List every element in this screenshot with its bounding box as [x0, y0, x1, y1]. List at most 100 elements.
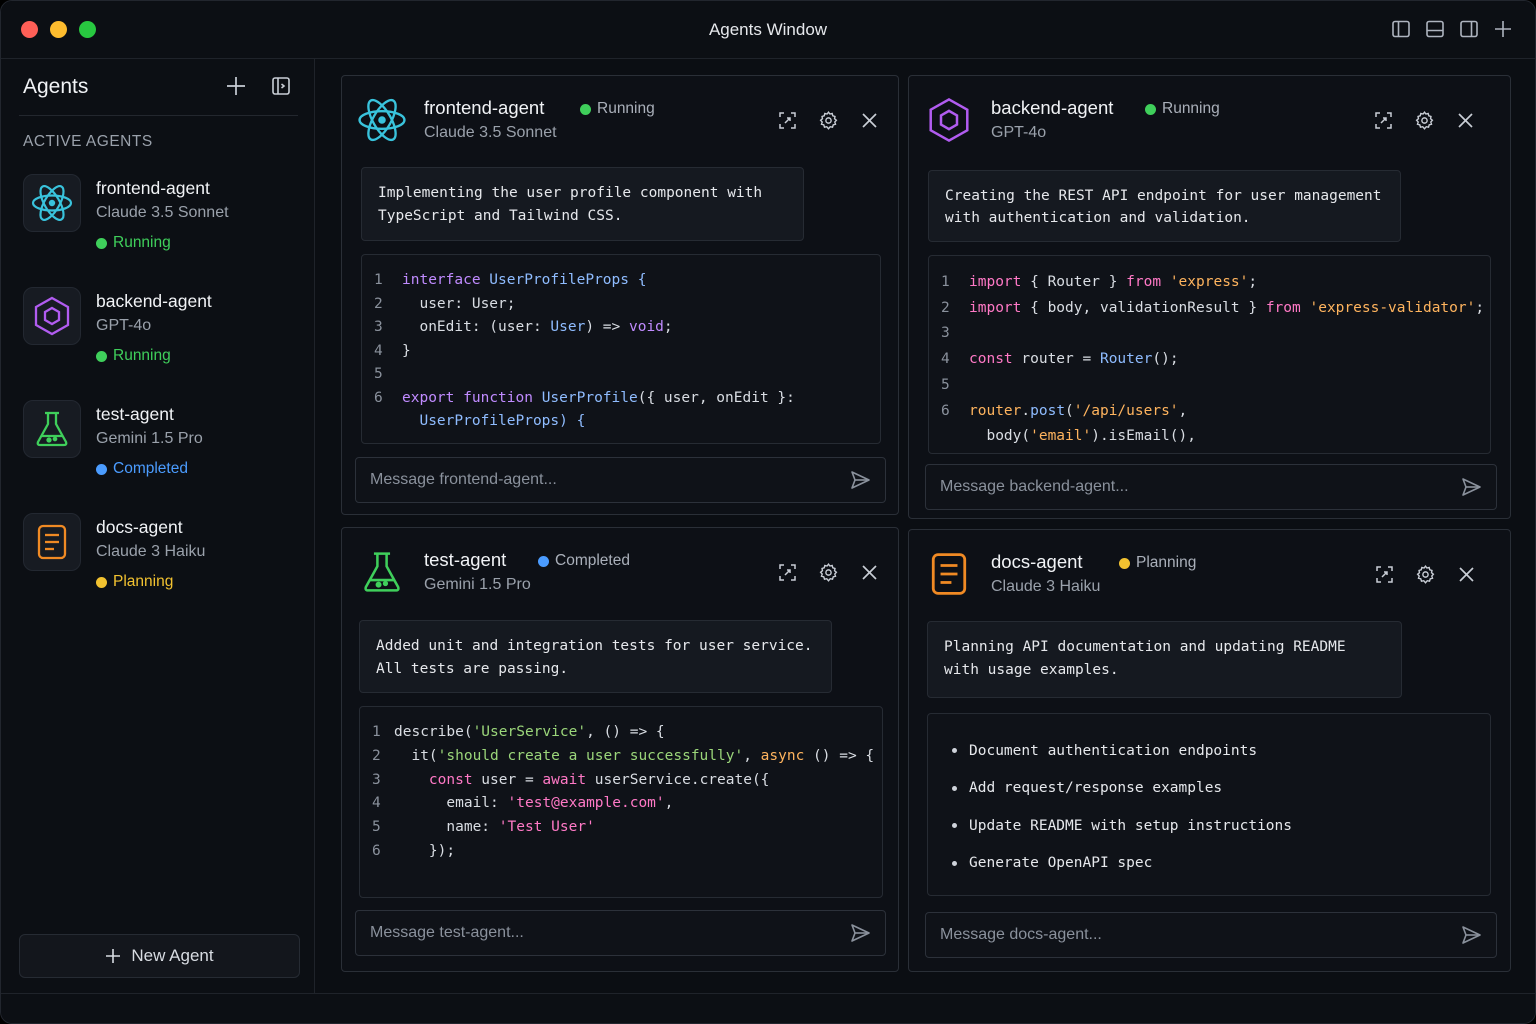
agent-name: backend-agent: [96, 291, 212, 311]
close-icon[interactable]: [859, 110, 880, 131]
status-label: Running: [113, 347, 171, 364]
panel-test-agent: test-agent Completed Gemini 1.5 Pro Adde…: [341, 527, 899, 972]
sidebar-item-test-agent[interactable]: test-agent Gemini 1.5 Pro Completed: [23, 400, 303, 492]
collapse-sidebar-icon[interactable]: [271, 76, 291, 96]
message-input-frontend[interactable]: [355, 457, 886, 503]
settings-gear-icon[interactable]: [818, 562, 839, 583]
panel-agent-name: backend-agent: [991, 97, 1114, 118]
new-agent-button[interactable]: New Agent: [19, 934, 300, 978]
message-input-test[interactable]: [355, 910, 886, 956]
close-icon[interactable]: [859, 562, 880, 583]
status-dot: [96, 237, 107, 249]
panel-agent-model: Claude 3.5 Sonnet: [424, 124, 557, 141]
panel-agent-model: GPT-4o: [991, 124, 1047, 141]
agents-sidebar: Agents ACTIVE AGENTS frontend-agent Clau…: [1, 59, 315, 993]
sidebar-divider: [19, 115, 298, 116]
send-icon[interactable]: [849, 922, 871, 944]
status-bar: [1, 993, 1535, 1023]
close-icon[interactable]: [1455, 110, 1476, 131]
title-bar: Agents Window: [1, 1, 1535, 59]
message-field[interactable]: [370, 924, 849, 942]
send-icon[interactable]: [849, 469, 871, 491]
agent-name: docs-agent: [96, 517, 183, 537]
status-label: Completed: [113, 460, 188, 477]
agent-name: frontend-agent: [96, 178, 210, 198]
send-icon[interactable]: [1460, 476, 1482, 498]
bottom-panel-toggle-icon[interactable]: [1425, 19, 1445, 39]
plus-icon: [106, 949, 121, 963]
plan-list: Document authentication endpoints Add re…: [927, 713, 1491, 896]
sidebar-title: Agents: [23, 75, 89, 98]
panel-backend-agent: backend-agent Running GPT-4o Creating th…: [908, 75, 1511, 519]
status-dot: [1145, 103, 1156, 115]
panel-docs-agent: docs-agent Planning Claude 3 Haiku Plann…: [908, 529, 1511, 972]
message-field[interactable]: [940, 478, 1460, 496]
status-dot: [538, 555, 549, 567]
sidebar-item-backend-agent[interactable]: backend-agent GPT-4o Running: [23, 287, 303, 379]
agent-model: Gemini 1.5 Pro: [96, 430, 203, 447]
react-icon: [23, 174, 81, 232]
message-field[interactable]: [940, 926, 1460, 944]
panel-agent-name: frontend-agent: [424, 97, 545, 118]
status-dot: [580, 103, 591, 115]
agent-message: Creating the REST API endpoint for user …: [928, 170, 1401, 242]
agent-model: Claude 3 Haiku: [96, 543, 206, 560]
hexagon-icon: [923, 94, 975, 146]
add-agent-plus-icon[interactable]: [225, 75, 247, 97]
status-label: Running: [113, 234, 171, 251]
message-input-docs[interactable]: [925, 912, 1497, 958]
status-label: Planning: [1136, 554, 1197, 571]
document-icon: [923, 548, 975, 600]
code-block: 1 interface UserProfileProps { 2 user: Us…: [361, 254, 881, 444]
agent-message: Planning API documentation and updating …: [927, 621, 1402, 698]
settings-gear-icon[interactable]: [1414, 110, 1435, 131]
agent-message: Added unit and integration tests for use…: [359, 620, 832, 693]
send-icon[interactable]: [1460, 924, 1482, 946]
sidebar-item-docs-agent[interactable]: docs-agent Claude 3 Haiku Planning: [23, 513, 303, 605]
flask-icon: [356, 546, 408, 598]
active-agents-heading: ACTIVE AGENTS: [23, 133, 153, 150]
message-input-backend[interactable]: [925, 464, 1497, 510]
code-block: 1 import { Router } from 'express'; 2 impo…: [928, 255, 1491, 454]
sidebar-item-frontend-agent[interactable]: frontend-agent Claude 3.5 Sonnet Running: [23, 174, 303, 266]
status-label: Completed: [555, 552, 630, 569]
open-external-icon[interactable]: [1374, 564, 1395, 585]
agent-model: Claude 3.5 Sonnet: [96, 204, 229, 221]
status-dot: [96, 350, 107, 362]
panel-agent-name: docs-agent: [991, 551, 1083, 572]
react-icon: [356, 94, 408, 146]
agents-window: Agents Window Agents ACTIVE AGENTS front…: [0, 0, 1536, 1024]
agent-name: test-agent: [96, 404, 174, 424]
right-sidebar-toggle-icon[interactable]: [1459, 19, 1479, 39]
open-external-icon[interactable]: [777, 110, 798, 131]
open-external-icon[interactable]: [777, 562, 798, 583]
status-dot: [1119, 557, 1130, 569]
message-field[interactable]: [370, 471, 849, 489]
flask-icon: [23, 400, 81, 458]
settings-gear-icon[interactable]: [1415, 564, 1436, 585]
agent-status: Completed: [96, 460, 188, 478]
agent-model: GPT-4o: [96, 317, 152, 334]
close-icon[interactable]: [1456, 564, 1477, 585]
settings-gear-icon[interactable]: [818, 110, 839, 131]
code-block: 1 describe('UserService', () => { 2 it('s…: [359, 706, 883, 898]
window-title: Agents Window: [708, 20, 828, 39]
agent-message: Implementing the user profile component …: [361, 167, 804, 241]
left-sidebar-toggle-icon[interactable]: [1391, 19, 1411, 39]
status-label: Planning: [113, 573, 174, 590]
panel-status: Running: [580, 100, 655, 118]
new-tab-plus-icon[interactable]: [1493, 19, 1513, 39]
panel-frontend-agent: frontend-agent Running Claude 3.5 Sonnet…: [341, 75, 899, 515]
panel-agent-name: test-agent: [424, 549, 507, 570]
list-item: Add request/response examples: [952, 770, 1466, 808]
agent-status: Running: [96, 347, 171, 365]
status-dot: [96, 463, 107, 475]
agent-status: Running: [96, 234, 171, 252]
open-external-icon[interactable]: [1373, 110, 1394, 131]
document-icon: [23, 513, 81, 571]
status-label: Running: [1162, 100, 1220, 117]
status-label: Running: [597, 100, 655, 117]
panel-status: Planning: [1119, 554, 1196, 572]
list-item: Update README with setup instructions: [952, 807, 1466, 845]
list-item: Document authentication endpoints: [952, 732, 1466, 770]
